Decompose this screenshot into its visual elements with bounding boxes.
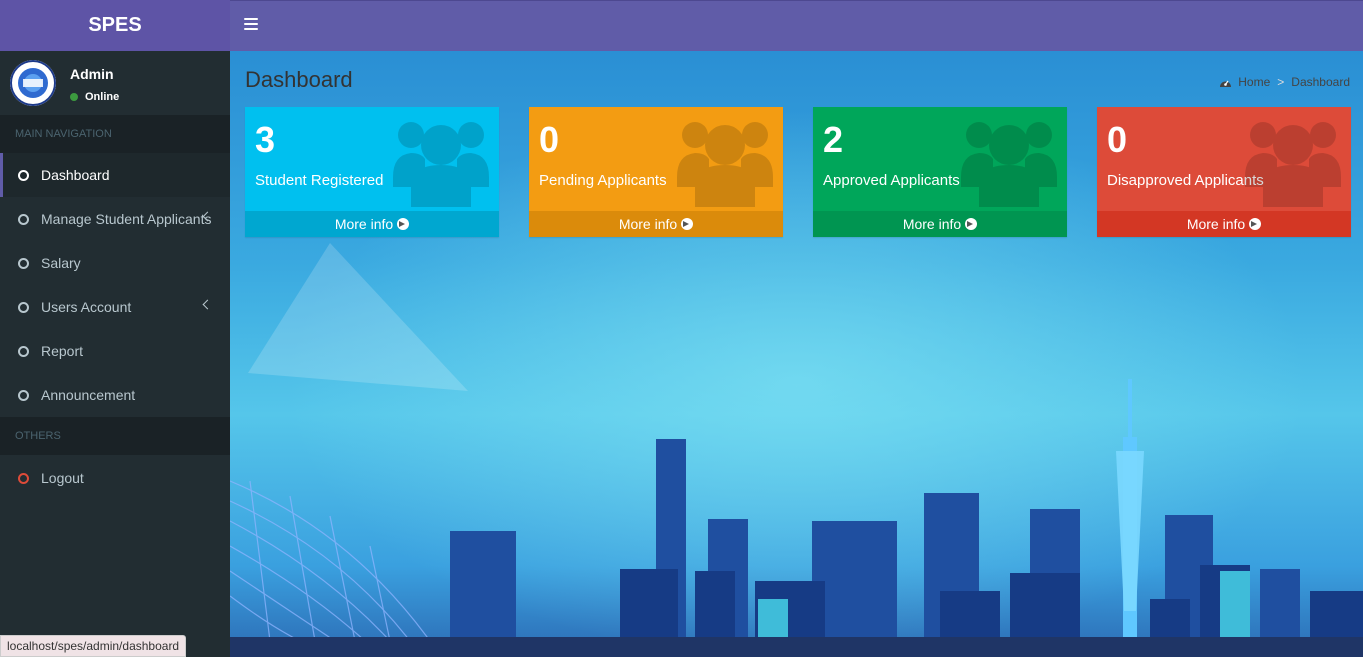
avatar xyxy=(10,60,56,106)
more-info-label: More info xyxy=(902,216,962,232)
sidebar-item-report[interactable]: Report xyxy=(0,329,230,373)
circle-icon xyxy=(18,389,29,401)
user-status-label: Online xyxy=(85,91,120,103)
app-logo[interactable]: SPES xyxy=(0,0,230,51)
page-title: Dashboard xyxy=(245,67,353,92)
breadcrumb-separator: > xyxy=(1277,75,1285,89)
sidebar-item-users-account[interactable]: Users Account xyxy=(0,285,230,329)
arrow-circle-right-icon xyxy=(1249,218,1262,230)
sidebar-item-label: Logout xyxy=(41,470,84,486)
more-info-link[interactable]: More info xyxy=(1097,211,1351,237)
small-box-student-registered: 3 Student Registered More info xyxy=(245,107,499,237)
nav-header-others: OTHERS xyxy=(0,417,230,455)
sidebar: Admin Online MAIN NAVIGATION Dashboard M… xyxy=(0,51,230,657)
top-navbar xyxy=(230,0,1363,51)
users-icon xyxy=(1245,122,1341,207)
more-info-link[interactable]: More info xyxy=(245,211,499,237)
more-info-label: More info xyxy=(1186,216,1246,232)
breadcrumb: Home > Dashboard xyxy=(1219,75,1350,89)
users-icon xyxy=(677,122,773,207)
more-info-link[interactable]: More info xyxy=(813,211,1067,237)
breadcrumb-home[interactable]: Home xyxy=(1238,75,1270,89)
arrow-circle-right-icon xyxy=(397,218,410,230)
sidebar-item-label: Report xyxy=(41,343,84,359)
menu-icon[interactable] xyxy=(244,18,258,32)
arrow-circle-right-icon xyxy=(965,218,978,230)
online-dot-icon xyxy=(70,93,78,101)
circle-icon xyxy=(18,301,29,313)
box-value: 3 xyxy=(255,119,276,160)
users-icon xyxy=(393,122,489,207)
small-box-pending-applicants: 0 Pending Applicants More info xyxy=(529,107,783,237)
sidebar-item-salary[interactable]: Salary xyxy=(0,241,230,285)
sidebar-item-logout[interactable]: Logout xyxy=(0,455,230,501)
box-value: 0 xyxy=(1107,119,1128,160)
sidebar-item-manage-student-applicants[interactable]: Manage Student Applicants xyxy=(0,197,230,241)
sidebar-item-label: Announcement xyxy=(41,387,136,403)
circle-icon xyxy=(18,169,29,181)
user-name: Admin xyxy=(70,66,114,82)
box-value: 2 xyxy=(823,119,844,160)
nav-header-main: MAIN NAVIGATION xyxy=(0,115,230,153)
dashboard-icon xyxy=(1220,80,1232,87)
breadcrumb-current: Dashboard xyxy=(1291,75,1350,89)
sidebar-item-label: Users Account xyxy=(41,299,132,315)
box-label: Student Registered xyxy=(255,172,384,189)
content-area: Dashboard Home > Dashboard 3 Student Reg… xyxy=(230,51,1363,657)
small-box-disapproved-applicants: 0 Disapproved Applicants More info xyxy=(1097,107,1351,237)
browser-status-url: localhost/spes/admin/dashboard xyxy=(0,635,187,657)
sidebar-item-label: Salary xyxy=(41,255,81,271)
user-status: Online xyxy=(70,91,119,103)
users-icon xyxy=(961,122,1057,207)
circle-icon xyxy=(18,472,29,484)
more-info-label: More info xyxy=(618,216,678,232)
sidebar-item-label: Manage Student Applicants xyxy=(41,211,212,227)
chevron-left-icon xyxy=(202,299,213,310)
small-box-approved-applicants: 2 Approved Applicants More info xyxy=(813,107,1067,237)
circle-icon xyxy=(18,345,29,357)
sidebar-item-dashboard[interactable]: Dashboard xyxy=(0,153,230,197)
box-label: Disapproved Applicants xyxy=(1107,172,1264,189)
more-info-link[interactable]: More info xyxy=(529,211,783,237)
box-value: 0 xyxy=(539,119,560,160)
user-panel: Admin Online xyxy=(0,51,230,115)
sidebar-item-label: Dashboard xyxy=(41,167,110,183)
more-info-label: More info xyxy=(334,216,394,232)
box-label: Pending Applicants xyxy=(539,172,667,189)
sidebar-item-announcement[interactable]: Announcement xyxy=(0,373,230,417)
arrow-circle-right-icon xyxy=(681,218,694,230)
circle-icon xyxy=(18,257,29,269)
box-label: Approved Applicants xyxy=(823,172,960,189)
circle-icon xyxy=(18,213,29,225)
